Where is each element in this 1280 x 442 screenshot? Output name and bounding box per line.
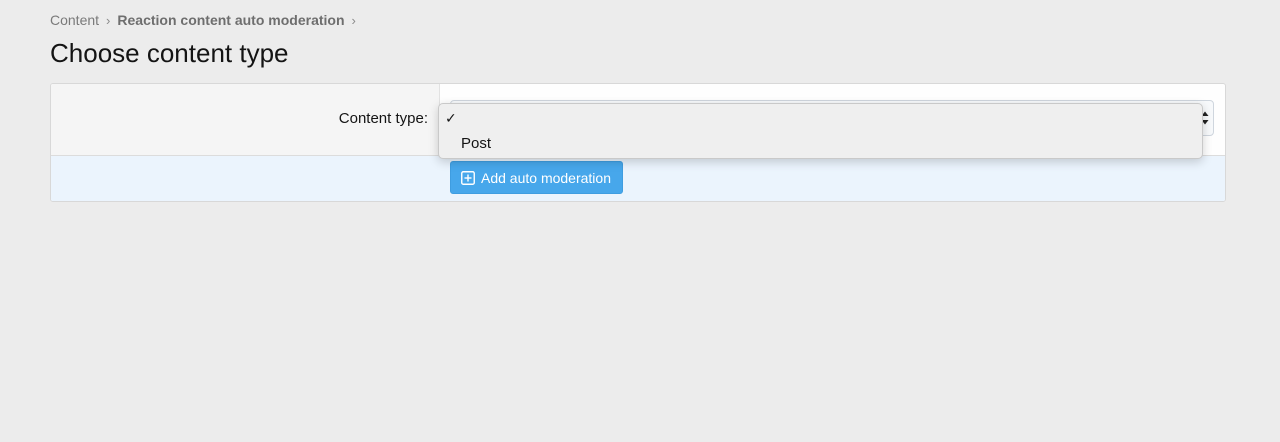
form-submit-row: Add auto moderation: [51, 156, 1225, 201]
page-title: Choose content type: [50, 38, 289, 68]
check-icon: ✓: [445, 111, 457, 127]
content-type-dropdown: ✓ Post: [438, 103, 1203, 159]
dropdown-option-label: Post: [461, 134, 492, 152]
content-type-label: Content type:: [338, 110, 428, 127]
breadcrumb-item-reaction-content-auto-moderation[interactable]: Reaction content auto moderation: [117, 12, 344, 28]
dropdown-option-empty[interactable]: ✓: [439, 109, 1202, 131]
breadcrumb: Content › Reaction content auto moderati…: [50, 12, 363, 28]
add-auto-moderation-label: Add auto moderation: [481, 169, 611, 186]
breadcrumb-separator: ›: [351, 12, 356, 28]
plus-square-icon: [461, 170, 475, 185]
add-auto-moderation-button[interactable]: Add auto moderation: [450, 161, 623, 194]
form-label-column: Content type:: [51, 84, 440, 155]
dropdown-option-post[interactable]: Post: [439, 132, 1202, 154]
breadcrumb-item-content[interactable]: Content: [50, 12, 99, 28]
breadcrumb-separator: ›: [106, 12, 111, 28]
